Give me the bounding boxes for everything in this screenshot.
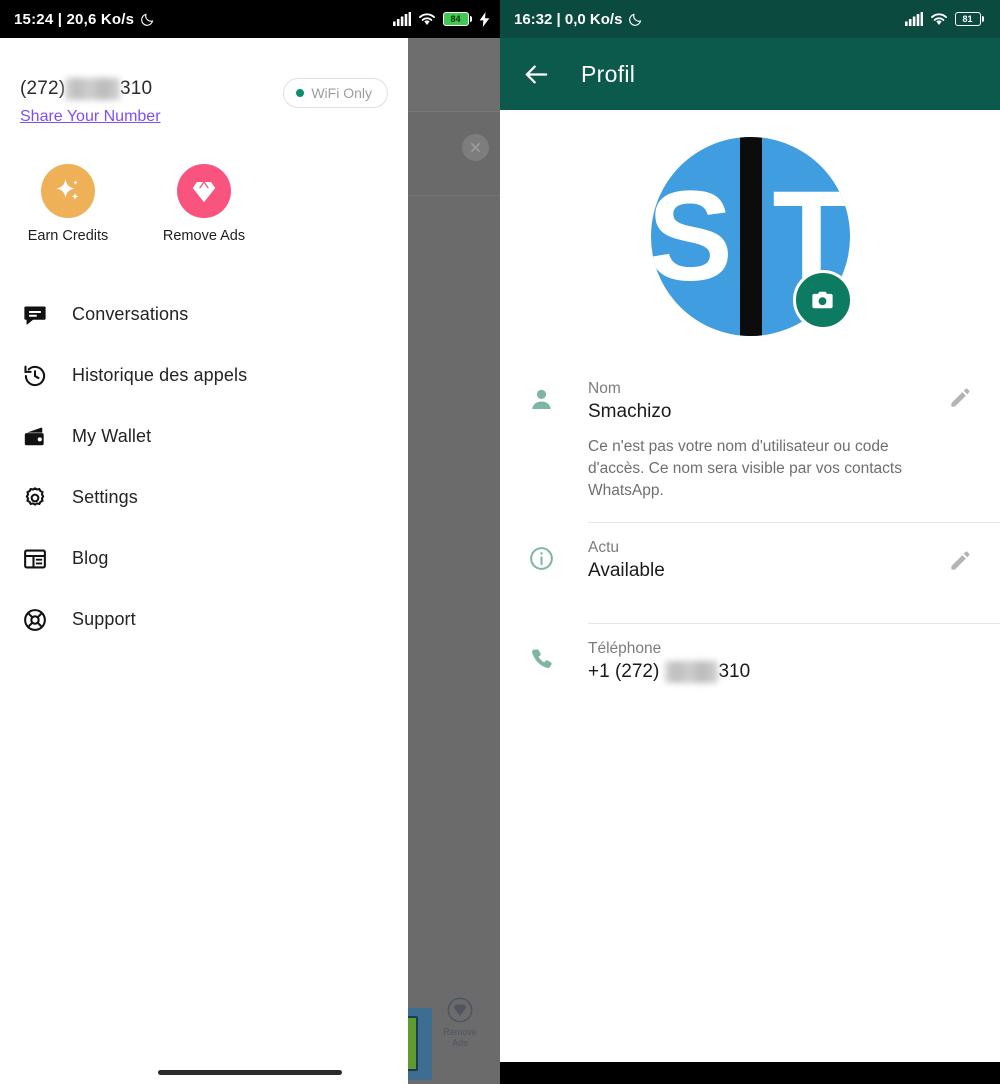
menu-label-support: Support [72, 609, 136, 630]
status-dot-icon [296, 89, 305, 97]
wifi-icon [930, 13, 947, 26]
menu-label-blog-settings: Settings [72, 487, 138, 508]
avatar-divider-bar [739, 137, 762, 336]
field-nom-label: Nom [588, 380, 621, 397]
menu-item-settings[interactable]: Settings [0, 467, 408, 528]
telephone-suffix: 310 [718, 661, 751, 683]
telephone-masked-digits: ▒▒▒▒ [664, 661, 719, 683]
profile-app-bar: Profil [500, 38, 1000, 110]
edit-actu-button[interactable] [948, 549, 972, 573]
left-status-bar-right: 84 [392, 11, 491, 27]
back-arrow-icon[interactable] [522, 60, 551, 89]
menu-item-my-wallet[interactable]: My Wallet [0, 406, 408, 467]
field-telephone-body: Téléphone +1 (272) ▒▒▒▒310 [588, 624, 1000, 683]
dual-screenshot: Remove Ads (272)▒▒▒▒310 Share Your Numbe… [0, 0, 1000, 1084]
left-status-bar: 15:24 | 20,6 Ko/s 84 [0, 0, 500, 38]
quick-actions-row: Earn Credits Remove Ads [0, 126, 408, 244]
pencil-icon [951, 388, 970, 407]
profile-avatar-wrap[interactable]: S T [650, 137, 853, 336]
background-remove-ads-label-line2: Ads [452, 1038, 468, 1048]
phone-icon [528, 624, 588, 683]
quick-action-remove-ads[interactable]: Remove Ads [160, 164, 248, 244]
phone-suffix: 310 [120, 78, 153, 100]
field-actu[interactable]: Actu Available [500, 523, 1000, 623]
menu-label-my-wallet: My Wallet [72, 426, 152, 447]
signal-bars-icon [392, 12, 411, 26]
menu-item-conversations[interactable]: Conversations [0, 284, 408, 345]
menu-item-support[interactable]: Support [0, 589, 408, 650]
field-nom-help: Ce n'est pas votre nom d'utilisateur ou … [588, 438, 902, 499]
battery-icon: 81 [954, 12, 984, 26]
right-status-bar-right: 81 [904, 12, 984, 26]
gear-icon [22, 485, 72, 511]
close-circle-icon[interactable] [462, 134, 489, 161]
profile-fields: Nom Smachizo Ce n'est pas votre nom d'ut… [500, 364, 1000, 683]
wifi-only-label: WiFi Only [311, 85, 372, 101]
person-icon [528, 364, 588, 502]
left-status-bar-left: 15:24 | 20,6 Ko/s [14, 11, 155, 28]
field-actu-value: Available [588, 560, 665, 581]
navigation-drawer: (272)▒▒▒▒310 Share Your Number WiFi Only [0, 38, 408, 1084]
telephone-prefix: +1 (272) [588, 661, 660, 683]
field-telephone-label: Téléphone [588, 640, 662, 657]
right-status-bar: 16:32 | 0,0 Ko/s 81 [500, 0, 1000, 38]
field-nom-body: Nom Smachizo Ce n'est pas votre nom d'ut… [588, 364, 1000, 502]
menu-item-blog[interactable]: Blog [0, 528, 408, 589]
camera-icon [812, 291, 833, 308]
right-bottom-nav-bar [500, 1062, 1000, 1084]
moon-icon [629, 13, 642, 26]
right-phone-screen: 16:32 | 0,0 Ko/s 81 Profil S T Nom Smach… [500, 0, 1000, 1084]
quick-action-earn-credits[interactable]: Earn Credits [24, 164, 112, 244]
menu-label-conversations: Conversations [72, 304, 189, 325]
signal-bars-icon [904, 12, 923, 26]
phone-prefix: (272) [20, 78, 66, 100]
menu-item-call-history[interactable]: Historique des appels [0, 345, 408, 406]
battery-level-label: 81 [962, 13, 973, 24]
earn-credits-label: Earn Credits [27, 228, 109, 245]
account-number-block: (272)▒▒▒▒310 Share Your Number [20, 78, 161, 126]
right-status-time-speed: 16:32 | 0,0 Ko/s [514, 10, 623, 28]
charging-bolt-icon [479, 11, 490, 27]
menu-label-call-history: Historique des appels [72, 365, 248, 386]
field-nom[interactable]: Nom Smachizo Ce n'est pas votre nom d'ut… [500, 364, 1000, 502]
remove-ads-label: Remove Ads [162, 228, 246, 245]
moon-icon [141, 13, 154, 26]
change-photo-button[interactable] [792, 270, 853, 330]
wifi-icon [418, 13, 435, 26]
diamond-icon [192, 180, 216, 203]
field-telephone[interactable]: Téléphone +1 (272) ▒▒▒▒310 [500, 624, 1000, 683]
phone-masked-digits: ▒▒▒▒ [65, 78, 121, 100]
chat-bubble-icon [22, 302, 72, 328]
share-your-number-link[interactable]: Share Your Number [20, 108, 161, 126]
remove-ads-circle [177, 164, 231, 219]
drawer-menu-list: Conversations Historique des appels My W… [0, 284, 408, 650]
sparkle-icon [56, 179, 79, 201]
right-status-bar-left: 16:32 | 0,0 Ko/s [514, 11, 643, 28]
field-actu-body: Actu Available [588, 523, 1000, 623]
wallet-icon [22, 424, 72, 450]
battery-level-label: 84 [450, 13, 461, 24]
page-title: Profil [581, 60, 636, 87]
article-layout-icon [22, 546, 72, 572]
menu-label-blog: Blog [72, 548, 109, 569]
left-phone-screen: Remove Ads (272)▒▒▒▒310 Share Your Numbe… [0, 0, 500, 1084]
diamond-outline-icon [447, 997, 473, 1023]
left-status-time-speed: 15:24 | 20,6 Ko/s [14, 10, 135, 28]
call-history-icon [22, 363, 72, 389]
info-icon [528, 523, 588, 623]
field-nom-value: Smachizo [588, 401, 672, 422]
battery-icon: 84 [442, 12, 472, 26]
earn-credits-circle [41, 164, 95, 219]
edit-nom-button[interactable] [948, 386, 972, 410]
field-actu-label: Actu [588, 539, 620, 556]
background-remove-ads-label-line1: Remove [443, 1027, 477, 1037]
field-telephone-value: +1 (272) ▒▒▒▒310 [588, 661, 954, 683]
drawer-header: (272)▒▒▒▒310 Share Your Number WiFi Only [0, 38, 408, 126]
home-indicator [158, 1070, 342, 1075]
pencil-icon [951, 551, 970, 570]
lifebuoy-icon [22, 607, 72, 633]
background-remove-ads-button[interactable]: Remove Ads [432, 996, 488, 1049]
account-phone-number: (272)▒▒▒▒310 [20, 78, 161, 100]
wifi-only-badge[interactable]: WiFi Only [283, 78, 388, 108]
